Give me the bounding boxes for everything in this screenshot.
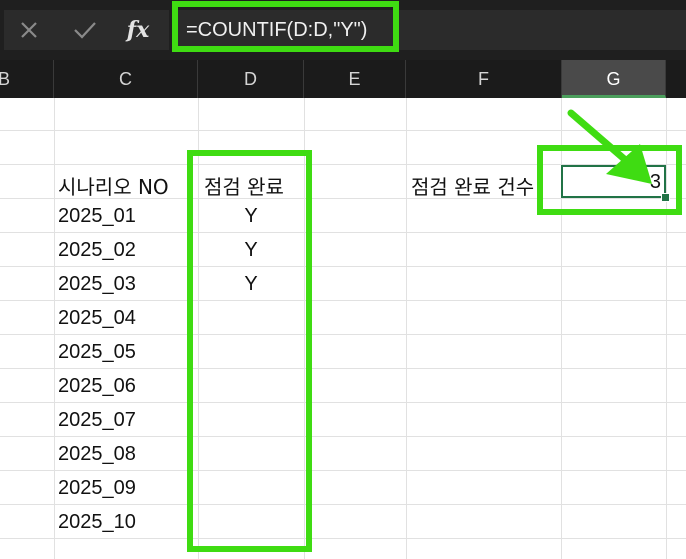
arrow-icon xyxy=(567,109,652,184)
